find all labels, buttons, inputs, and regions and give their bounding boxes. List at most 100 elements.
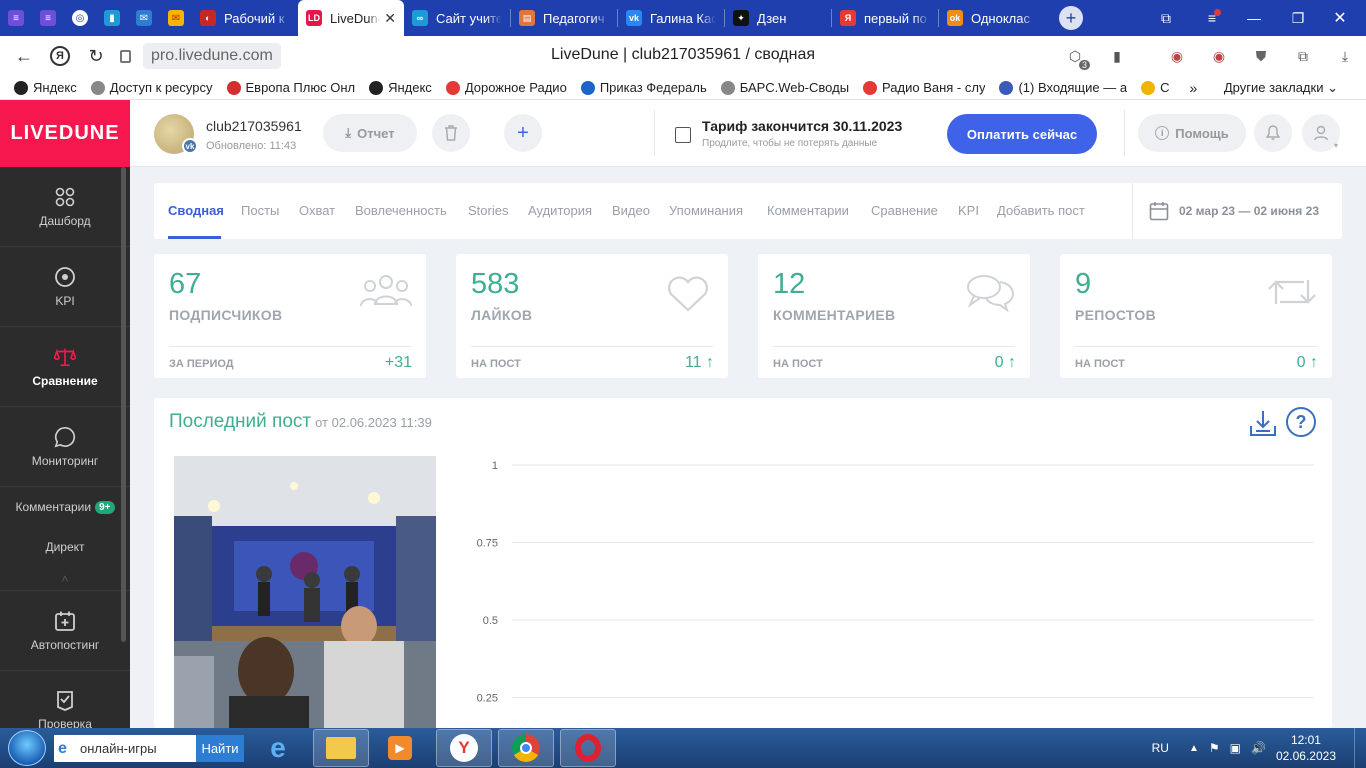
- sidebar-item-kpi[interactable]: KPI: [0, 247, 130, 327]
- taskbar-app-yandex[interactable]: Y: [436, 729, 492, 767]
- list-icon: ≡: [8, 10, 24, 26]
- add-account-button[interactable]: +: [504, 114, 542, 152]
- browser-tab[interactable]: vk Галина Кас: [618, 0, 724, 36]
- pinned-tab[interactable]: ▮: [96, 0, 128, 36]
- tab-comments[interactable]: Комментарии: [767, 203, 849, 218]
- taskbar-app-chrome[interactable]: [498, 729, 554, 767]
- bookmark-item[interactable]: Яндекс: [14, 80, 77, 95]
- download-icon[interactable]: ⤓: [1334, 45, 1356, 67]
- bookmark-item[interactable]: Приказ Федераль: [580, 80, 707, 95]
- taskbar-app-explorer[interactable]: [313, 729, 369, 767]
- bookmark-item[interactable]: Радио Ваня - слу: [863, 80, 985, 95]
- pinned-tab[interactable]: ≡: [32, 0, 64, 36]
- bookmark-item[interactable]: Доступ к ресурсу: [90, 80, 213, 95]
- collapse-toggle[interactable]: ˄: [0, 567, 130, 591]
- extension-icon[interactable]: ◉: [1208, 45, 1230, 67]
- tab-mentions[interactable]: Упоминания: [669, 203, 743, 218]
- sidebar-item-direct[interactable]: Директ: [0, 527, 130, 567]
- notifications-button[interactable]: [1254, 114, 1292, 152]
- bookmark-item[interactable]: С: [1141, 80, 1169, 95]
- clock[interactable]: 12:01 02.06.2023: [1276, 732, 1336, 764]
- minimize-button[interactable]: —: [1234, 0, 1274, 36]
- browser-tab[interactable]: ✦ Дзен: [725, 0, 831, 36]
- pinned-tab[interactable]: ≡: [0, 0, 32, 36]
- browser-tab[interactable]: ◐ Рабочий к: [192, 0, 298, 36]
- tab-search-icon[interactable]: ⧉: [1146, 0, 1186, 36]
- report-button[interactable]: ⤓ Отчет: [323, 114, 417, 152]
- bookmark-item[interactable]: Дорожное Радио: [445, 80, 567, 95]
- bookmark-item[interactable]: (1) Входящие — а: [999, 80, 1127, 95]
- sidebar-scrollbar[interactable]: [121, 167, 126, 642]
- help-button[interactable]: i Помощь: [1138, 114, 1246, 152]
- help-icon[interactable]: ?: [1286, 407, 1316, 437]
- sidebar-item-comments[interactable]: Комментарии 9+: [0, 487, 130, 527]
- browser-tab[interactable]: ∞ Сайт учите: [404, 0, 510, 36]
- pinned-tab[interactable]: ✉: [160, 0, 192, 36]
- tab-add-post[interactable]: Добавить пост: [997, 203, 1085, 218]
- pay-now-button[interactable]: Оплатить сейчас: [947, 114, 1097, 154]
- sidebar-item-comparison[interactable]: Сравнение: [0, 327, 130, 407]
- yandex-icon[interactable]: Я: [42, 36, 78, 76]
- sidebar-item-monitoring[interactable]: Мониторинг: [0, 407, 130, 487]
- flag-icon[interactable]: ⚑: [1209, 741, 1220, 755]
- download-icon[interactable]: [1248, 408, 1278, 438]
- tab-favicon-icon: ok: [947, 10, 963, 26]
- browser-tab[interactable]: Япервый по: [832, 0, 938, 36]
- bookmarks-more-button[interactable]: »: [1189, 80, 1197, 96]
- livedune-logo[interactable]: LIVEDUNE: [0, 100, 130, 167]
- close-window-button[interactable]: ✕: [1320, 0, 1360, 36]
- bookmark-item[interactable]: БАРС.Web-Своды: [720, 80, 849, 95]
- shield-icon[interactable]: ⛊: [1250, 45, 1272, 67]
- bookmark-item[interactable]: Яндекс: [369, 80, 432, 95]
- account-name[interactable]: club217035961: [206, 118, 302, 134]
- bookmark-item[interactable]: Европа Плюс Онл: [226, 80, 355, 95]
- tab-posts[interactable]: Посты: [241, 203, 279, 218]
- tariff-checkbox[interactable]: [675, 127, 691, 143]
- tab-comparison[interactable]: Сравнение: [871, 203, 938, 218]
- menu-icon[interactable]: ≡: [1192, 0, 1232, 36]
- tab-stories[interactable]: Stories: [468, 203, 508, 218]
- start-button[interactable]: [8, 730, 46, 766]
- date-range-picker[interactable]: 02 мар 23 — 02 июня 23: [1132, 183, 1342, 239]
- stat-period: НА ПОСТ: [471, 358, 521, 370]
- browser-tab[interactable]: ▤ Педагогич: [511, 0, 617, 36]
- pinned-tab[interactable]: ✉: [128, 0, 160, 36]
- taskbar-app-ie[interactable]: e: [250, 729, 306, 767]
- tab-video[interactable]: Видео: [612, 203, 650, 218]
- network-icon[interactable]: ▣: [1230, 741, 1241, 755]
- new-tab-button[interactable]: +: [1059, 6, 1083, 30]
- pinned-tab[interactable]: ◎: [64, 0, 96, 36]
- tray-up-icon[interactable]: ▲: [1189, 743, 1199, 754]
- tab-engagement[interactable]: Вовлеченность: [355, 203, 447, 218]
- show-desktop-button[interactable]: [1354, 728, 1366, 768]
- url-text[interactable]: pro.livedune.com: [143, 43, 281, 69]
- reload-button[interactable]: ↻: [78, 36, 114, 76]
- back-button[interactable]: ←: [6, 36, 42, 76]
- bookmark-icon[interactable]: ▮: [1106, 45, 1128, 67]
- sidebar-item-autoposting[interactable]: Автопостинг: [0, 591, 130, 671]
- browser-tab[interactable]: ok Одноклас: [939, 0, 1045, 36]
- close-tab-icon[interactable]: ✕: [384, 10, 396, 27]
- taskbar-app-opera[interactable]: [560, 729, 616, 767]
- post-photo[interactable]: [174, 456, 436, 728]
- tab-summary[interactable]: Сводная: [168, 203, 224, 218]
- tab-reach[interactable]: Охват: [299, 203, 335, 218]
- volume-icon[interactable]: 🔊: [1251, 741, 1266, 755]
- taskbar-app-media[interactable]: ▶: [372, 729, 428, 767]
- extension-icon[interactable]: ◉: [1166, 45, 1188, 67]
- tab-kpi[interactable]: KPI: [958, 203, 979, 218]
- language-indicator[interactable]: RU: [1152, 741, 1169, 755]
- url-field[interactable]: pro.livedune.com: [120, 43, 281, 69]
- restore-button[interactable]: ❐: [1278, 0, 1318, 36]
- browser-tab[interactable]: LD LiveDune ✕: [298, 0, 404, 36]
- delete-button[interactable]: [432, 114, 470, 152]
- tab-audience[interactable]: Аудитория: [528, 203, 592, 218]
- taskbar-search-input[interactable]: онлайн-игры: [54, 741, 196, 756]
- collections-icon[interactable]: ⧉: [1292, 45, 1314, 67]
- other-bookmarks[interactable]: Другие закладки ⌄: [1224, 80, 1338, 96]
- taskbar-search-button[interactable]: Найти: [196, 735, 244, 762]
- profile-button[interactable]: ▾: [1302, 114, 1340, 152]
- extensions-icon[interactable]: ⬡ 3: [1064, 45, 1090, 70]
- sidebar-item-dashboard[interactable]: Дашборд: [0, 167, 130, 247]
- taskbar-search[interactable]: e онлайн-игры Найти: [54, 735, 244, 762]
